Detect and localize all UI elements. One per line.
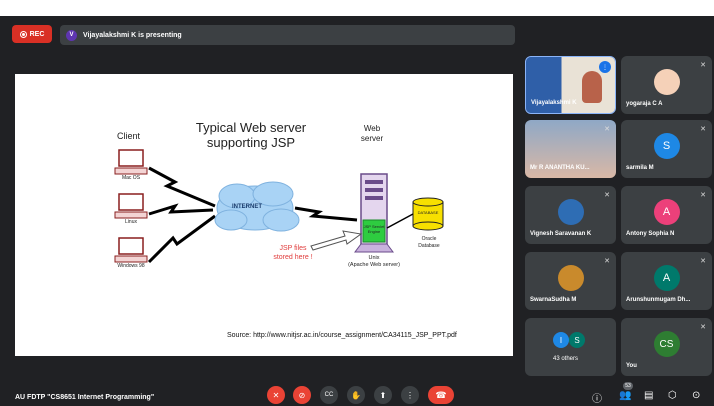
client-os-linux: Linux [125, 219, 137, 225]
link-windows-internet [147, 214, 216, 264]
mic-off-icon[interactable]: ✕ [267, 386, 285, 404]
internet-label: INTERNET [232, 204, 262, 210]
mic-off-icon: ✕ [604, 258, 610, 265]
end-call-icon: ☎ [435, 389, 447, 400]
meeting-title: AU FDTP "CS8651 Internet Programming" [15, 394, 155, 401]
participant-name: Mr R ANANTHA KU... [530, 165, 590, 171]
database-chip: DATABASE [417, 210, 439, 215]
participant-name: Vignesh Saravanan K [530, 231, 592, 237]
presenter-avatar: V [66, 29, 77, 41]
slide-source: Source: http://www.nitjsr.ac.in/course_a… [227, 332, 457, 339]
participant-tile[interactable]: ✕ S sarmila M [621, 120, 712, 178]
more-icon[interactable]: ⋮ [401, 386, 419, 404]
link-internet-server [294, 206, 358, 222]
participant-tile[interactable]: ⋮ Vijayalakshmi K [525, 56, 616, 114]
mic-off-icon: ✕ [700, 258, 706, 265]
slide-diagram [114, 149, 444, 264]
present-icon[interactable]: ⬆ [374, 386, 392, 404]
participant-tile[interactable]: ✕ A Arunshunmugam Dh... [621, 252, 712, 310]
participant-avatar: S [653, 133, 680, 159]
mic-off-icon: ✕ [700, 62, 706, 69]
client-computer-mac [114, 149, 148, 175]
recording-indicator: REC [12, 25, 52, 43]
participant-name: Antony Sophia N [626, 231, 675, 237]
participant-tile[interactable]: ✕ A Antony Sophia N [621, 186, 712, 244]
mic-off-icon: ✕ [700, 126, 706, 133]
participant-avatar [653, 69, 680, 95]
database-label: Oracle Database [418, 236, 440, 249]
web-server-label: Web server [360, 124, 384, 143]
activities-icon[interactable]: ⬡ [668, 390, 677, 401]
participant-avatar [557, 265, 584, 291]
participant-tile[interactable]: ✕ Mr R ANANTHA KU... [525, 120, 616, 178]
participant-avatar [557, 199, 584, 225]
participant-avatar: S [569, 332, 585, 348]
participant-name: SwarnaSudha M [530, 297, 577, 303]
mic-off-icon: ✕ [604, 192, 610, 199]
presented-slide: Typical Web server supporting JSP Client… [15, 74, 513, 356]
client-computer-linux [114, 193, 148, 219]
participant-avatar: CS [653, 331, 680, 357]
record-icon [19, 30, 27, 38]
presenting-banner: V Vijayalakshmi K is presenting [60, 25, 515, 45]
info-icon[interactable]: ⓘ [592, 390, 602, 405]
participant-name: You [626, 363, 637, 369]
others-count: 43 others [553, 356, 579, 362]
client-computer-windows [114, 237, 148, 263]
others-tile[interactable]: I S 43 others [525, 318, 616, 376]
camera-off-icon[interactable]: ⊘ [293, 386, 311, 404]
speaking-icon: ⋮ [599, 61, 611, 73]
participant-avatar: A [653, 265, 680, 291]
participant-name: Vijayalakshmi K [531, 100, 577, 106]
participant-avatar: I [553, 332, 569, 348]
end-call-button[interactable]: ☎ [428, 386, 454, 404]
participant-figure [582, 71, 602, 103]
participant-name: sarmila M [626, 165, 654, 171]
jsp-engine-label: JSP Servlet Engine [363, 224, 385, 234]
people-icon[interactable]: 👥 [619, 390, 631, 401]
link-mac-internet [148, 166, 216, 208]
participant-name: yogaraja C A [626, 101, 663, 107]
mic-off-icon: ✕ [604, 126, 610, 133]
participant-tile[interactable]: ✕ yogaraja C A [621, 56, 712, 114]
captions-icon[interactable]: CC [320, 386, 338, 404]
self-tile[interactable]: ✕ CS You [621, 318, 712, 376]
presenting-text: Vijayalakshmi K is presenting [83, 31, 182, 39]
participant-tile[interactable]: ✕ SwarnaSudha M [525, 252, 616, 310]
slide-title: Typical Web server supporting JSP [195, 120, 307, 150]
recording-label: REC [29, 30, 45, 38]
participant-avatar: A [653, 199, 680, 225]
server-os-label: Unix (Apache Web server) [348, 255, 400, 268]
browser-top-bar [0, 0, 714, 16]
lock-icon[interactable]: ⊙ [692, 390, 700, 401]
client-label: Client [117, 131, 141, 141]
chat-icon[interactable]: ▤ [644, 390, 653, 401]
link-linux-internet [148, 203, 214, 216]
client-os-windows: Windows 98 [117, 263, 145, 269]
participant-tile[interactable]: ✕ Vignesh Saravanan K [525, 186, 616, 244]
mic-off-icon: ✕ [700, 192, 706, 199]
raise-hand-icon[interactable]: ✋ [347, 386, 365, 404]
participant-name: Arunshunmugam Dh... [626, 297, 691, 303]
client-os-mac: Mac OS [121, 175, 141, 181]
web-server-tower [354, 173, 394, 253]
participant-count-badge: 53 [623, 382, 633, 390]
jsp-files-note: JSP files stored here ! [273, 245, 313, 261]
mic-off-icon: ✕ [700, 324, 706, 331]
